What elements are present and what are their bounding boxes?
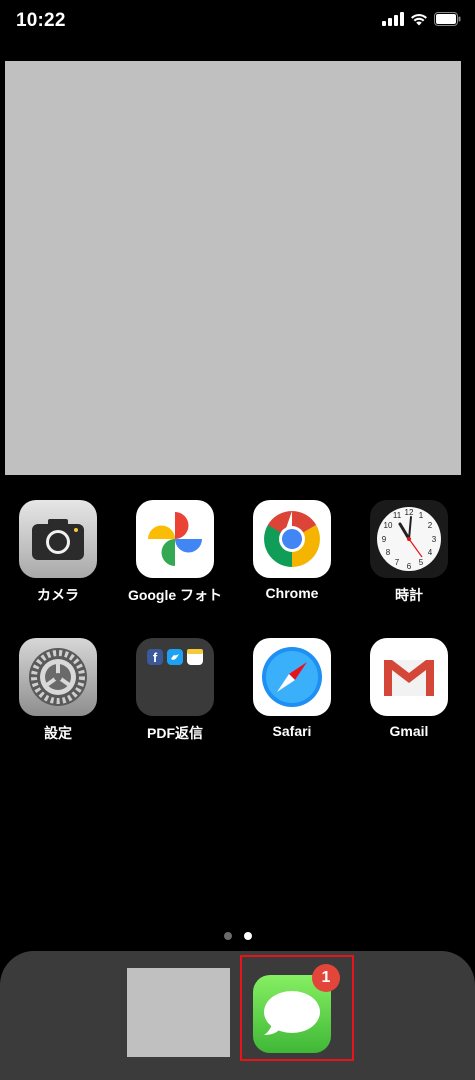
app-folder-pdf[interactable]: f PDF返信: [120, 638, 230, 743]
settings-gear-icon: [19, 638, 97, 716]
svg-text:7: 7: [395, 558, 400, 567]
notification-badge: 1: [312, 964, 340, 992]
svg-text:3: 3: [432, 535, 437, 544]
svg-text:11: 11: [393, 511, 402, 520]
widget-placeholder: [5, 61, 461, 475]
svg-text:2: 2: [428, 521, 433, 530]
app-gmail[interactable]: Gmail: [354, 638, 464, 739]
app-settings[interactable]: 設定: [3, 638, 113, 743]
app-chrome[interactable]: Chrome: [237, 500, 347, 601]
page-dot-active[interactable]: [243, 932, 252, 940]
google-photos-icon: [136, 500, 214, 578]
svg-text:1: 1: [419, 511, 424, 520]
app-label: PDF返信: [147, 725, 203, 741]
camera-icon: [19, 500, 97, 578]
app-label: 時計: [395, 587, 423, 603]
svg-text:10: 10: [384, 521, 393, 530]
app-label: Google フォト: [127, 587, 223, 603]
svg-text:5: 5: [419, 558, 424, 567]
app-label: 設定: [44, 725, 72, 741]
svg-text:4: 4: [428, 548, 433, 557]
app-camera[interactable]: カメラ: [3, 500, 113, 605]
svg-text:6: 6: [407, 562, 412, 571]
app-label: カメラ: [37, 587, 79, 603]
battery-icon: [434, 12, 461, 26]
svg-text:12: 12: [405, 508, 414, 517]
gmail-icon: [370, 638, 448, 716]
svg-text:8: 8: [386, 548, 391, 557]
status-icons: [382, 12, 461, 26]
safari-compass-icon: [253, 638, 331, 716]
dock-app-messages[interactable]: 1: [253, 964, 340, 1053]
status-time: 10:22: [16, 10, 66, 31]
app-label: Gmail: [389, 723, 429, 739]
folder-icon: f: [136, 638, 214, 716]
app-safari[interactable]: Safari: [237, 638, 347, 739]
chrome-icon: [253, 500, 331, 578]
page-indicator[interactable]: [0, 932, 475, 942]
app-label: Safari: [272, 723, 312, 739]
clock-icon: 12 1 2 3 4 5 6 7 8 9 10 11: [370, 500, 448, 578]
app-google-photos[interactable]: Google フォト: [120, 500, 230, 605]
signal-bars-icon: [382, 12, 404, 26]
page-dot[interactable]: [223, 932, 232, 940]
svg-text:f: f: [153, 650, 158, 665]
dock: [0, 951, 475, 1080]
svg-text:9: 9: [382, 535, 387, 544]
app-clock[interactable]: 12 1 2 3 4 5 6 7 8 9 10 11 時計: [354, 500, 464, 605]
wifi-icon: [411, 13, 427, 26]
status-bar: 10:22: [0, 0, 475, 44]
dock-app-placeholder[interactable]: [127, 968, 230, 1057]
app-label: Chrome: [265, 585, 319, 601]
